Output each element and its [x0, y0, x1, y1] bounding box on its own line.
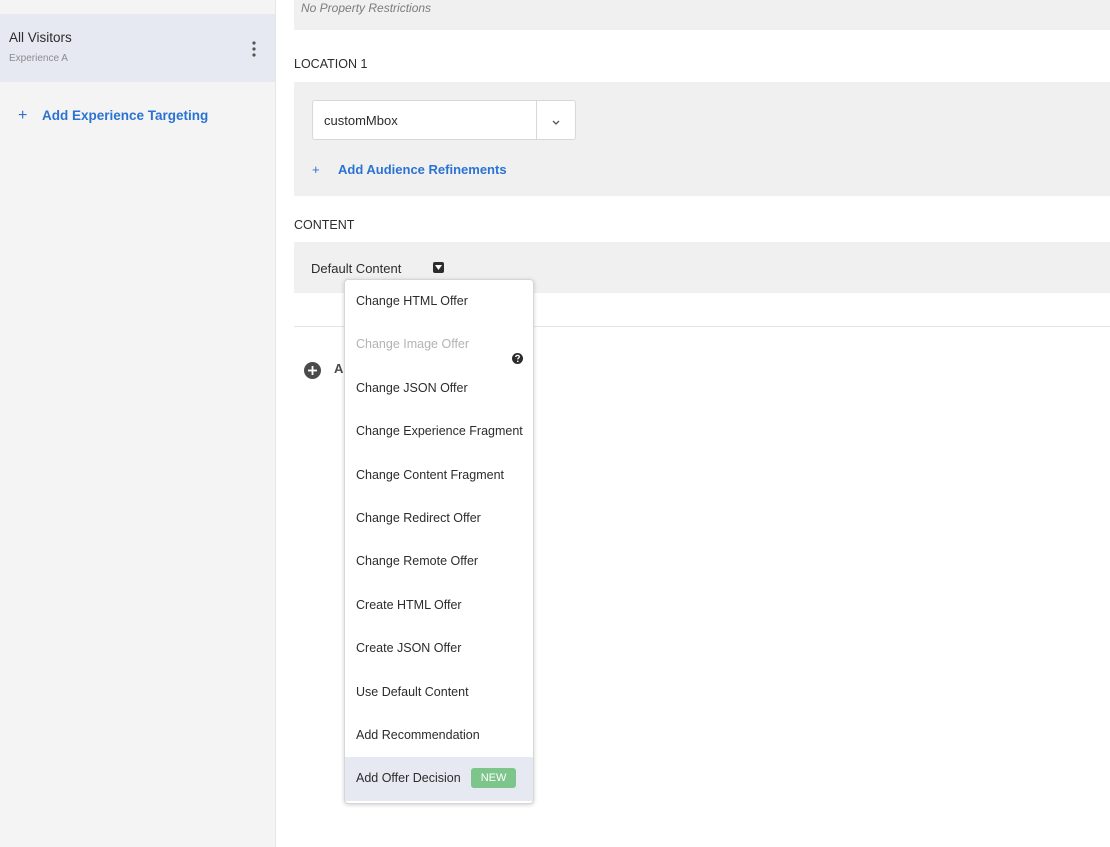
- experience-subtitle: Experience A: [9, 53, 68, 64]
- menu-item-change-remote-offer[interactable]: Change Remote Offer: [345, 540, 533, 583]
- menu-item-change-html-offer[interactable]: Change HTML Offer: [345, 280, 533, 323]
- experience-title: All Visitors: [9, 30, 72, 45]
- content-action-menu: Change HTML Offer Change Image Offer Cha…: [344, 279, 534, 804]
- menu-item-label: Create JSON Offer: [356, 641, 462, 656]
- menu-item-label: Change Content Fragment: [356, 467, 505, 482]
- caret-down-icon[interactable]: [433, 262, 444, 273]
- menu-item-change-image-offer: Change Image Offer: [345, 323, 533, 366]
- sidebar: All Visitors Experience A + Add Experienc…: [0, 0, 276, 847]
- add-audience-refinements-link[interactable]: + Add Audience Refinements: [312, 162, 507, 177]
- experience-item-all-visitors[interactable]: All Visitors Experience A: [0, 14, 275, 82]
- plus-circle-icon[interactable]: [304, 362, 321, 379]
- menu-item-change-content-fragment[interactable]: Change Content Fragment: [345, 454, 533, 497]
- menu-item-label: Add Recommendation: [356, 727, 480, 742]
- menu-item-label: Change JSON Offer: [356, 380, 468, 395]
- menu-item-add-offer-decision[interactable]: Add Offer Decision NEW: [345, 757, 533, 801]
- help-icon[interactable]: [512, 339, 523, 365]
- menu-item-change-redirect-offer[interactable]: Change Redirect Offer: [345, 497, 533, 540]
- chevron-down-icon[interactable]: [550, 115, 562, 125]
- menu-item-create-json-offer[interactable]: Create JSON Offer: [345, 627, 533, 670]
- menu-item-create-html-offer[interactable]: Create HTML Offer: [345, 584, 533, 627]
- menu-item-label: Change Remote Offer: [356, 554, 479, 569]
- menu-item-label: Change Image Offer: [356, 337, 470, 352]
- menu-item-label: Change HTML Offer: [356, 294, 468, 308]
- add-experience-targeting-label: Add Experience Targeting: [42, 108, 209, 123]
- add-action-label[interactable]: A: [334, 361, 343, 376]
- menu-item-label: Use Default Content: [356, 684, 469, 699]
- menu-item-use-default-content[interactable]: Use Default Content: [345, 671, 533, 714]
- menu-item-label: Add Offer Decision: [356, 771, 461, 786]
- add-experience-targeting-link[interactable]: + Add Experience Targeting: [18, 107, 208, 125]
- location-heading: LOCATION 1: [294, 57, 368, 71]
- plus-icon: +: [18, 107, 28, 124]
- mbox-select-value: customMbox: [324, 113, 398, 128]
- menu-item-label: Change Redirect Offer: [356, 510, 481, 525]
- plus-icon: +: [312, 162, 320, 177]
- menu-item-label: Change Experience Fragment: [356, 424, 523, 439]
- property-restrictions-text: No Property Restrictions: [301, 1, 432, 15]
- location-panel: customMbox + Add Audience Refinements: [294, 82, 1110, 196]
- menu-item-change-experience-fragment[interactable]: Change Experience Fragment: [345, 410, 533, 453]
- default-content-label[interactable]: Default Content: [311, 261, 401, 276]
- mbox-select[interactable]: customMbox: [312, 100, 576, 140]
- property-restrictions-bar: No Property Restrictions: [294, 0, 1110, 30]
- kebab-icon[interactable]: [248, 40, 260, 58]
- content-heading: CONTENT: [294, 218, 355, 232]
- new-badge: NEW: [470, 768, 517, 788]
- add-audience-refinements-label: Add Audience Refinements: [338, 162, 507, 177]
- menu-item-label: Create HTML Offer: [356, 597, 462, 612]
- menu-item-change-json-offer[interactable]: Change JSON Offer: [345, 367, 533, 410]
- menu-item-add-recommendation[interactable]: Add Recommendation: [345, 714, 533, 757]
- select-divider: [536, 101, 537, 139]
